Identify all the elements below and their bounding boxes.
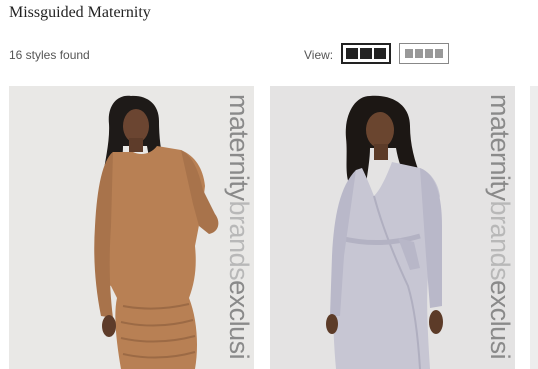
banner-word-exclusive: exclusi (224, 280, 254, 360)
grid-cell-icon (425, 49, 433, 58)
grid-cell-icon (415, 49, 423, 58)
product-card-partial[interactable] (530, 86, 538, 369)
page-title: Missguided Maternity (9, 4, 151, 21)
banner-word-maternity: maternity (485, 94, 515, 201)
product-card[interactable]: maternitybrandsexclusi (270, 86, 515, 369)
banner-word-maternity: maternity (224, 94, 254, 201)
grid-cell-icon (405, 49, 413, 58)
banner-word-brands: brands (485, 200, 515, 281)
grid-cell-icon (435, 49, 443, 58)
results-count: 16 styles found (9, 48, 90, 62)
grid-cell-icon (374, 48, 386, 59)
brand-banner: maternitybrandsexclusi (224, 94, 254, 369)
view-label: View: (304, 48, 334, 62)
banner-word-brands: brands (224, 200, 254, 281)
banner-word-exclusive: exclusi (485, 280, 515, 360)
view-three-per-row-button[interactable] (341, 43, 391, 64)
product-image (94, 95, 219, 369)
brand-banner: maternitybrandsexclusi (485, 94, 515, 369)
product-card[interactable]: maternitybrandsexclusi (9, 86, 254, 369)
product-listing-page: Missguided Maternity 16 styles found Vie… (0, 0, 538, 369)
grid-cell-icon (360, 48, 372, 59)
product-image (326, 95, 443, 369)
grid-cell-icon (346, 48, 358, 59)
view-four-per-row-button[interactable] (399, 43, 449, 64)
